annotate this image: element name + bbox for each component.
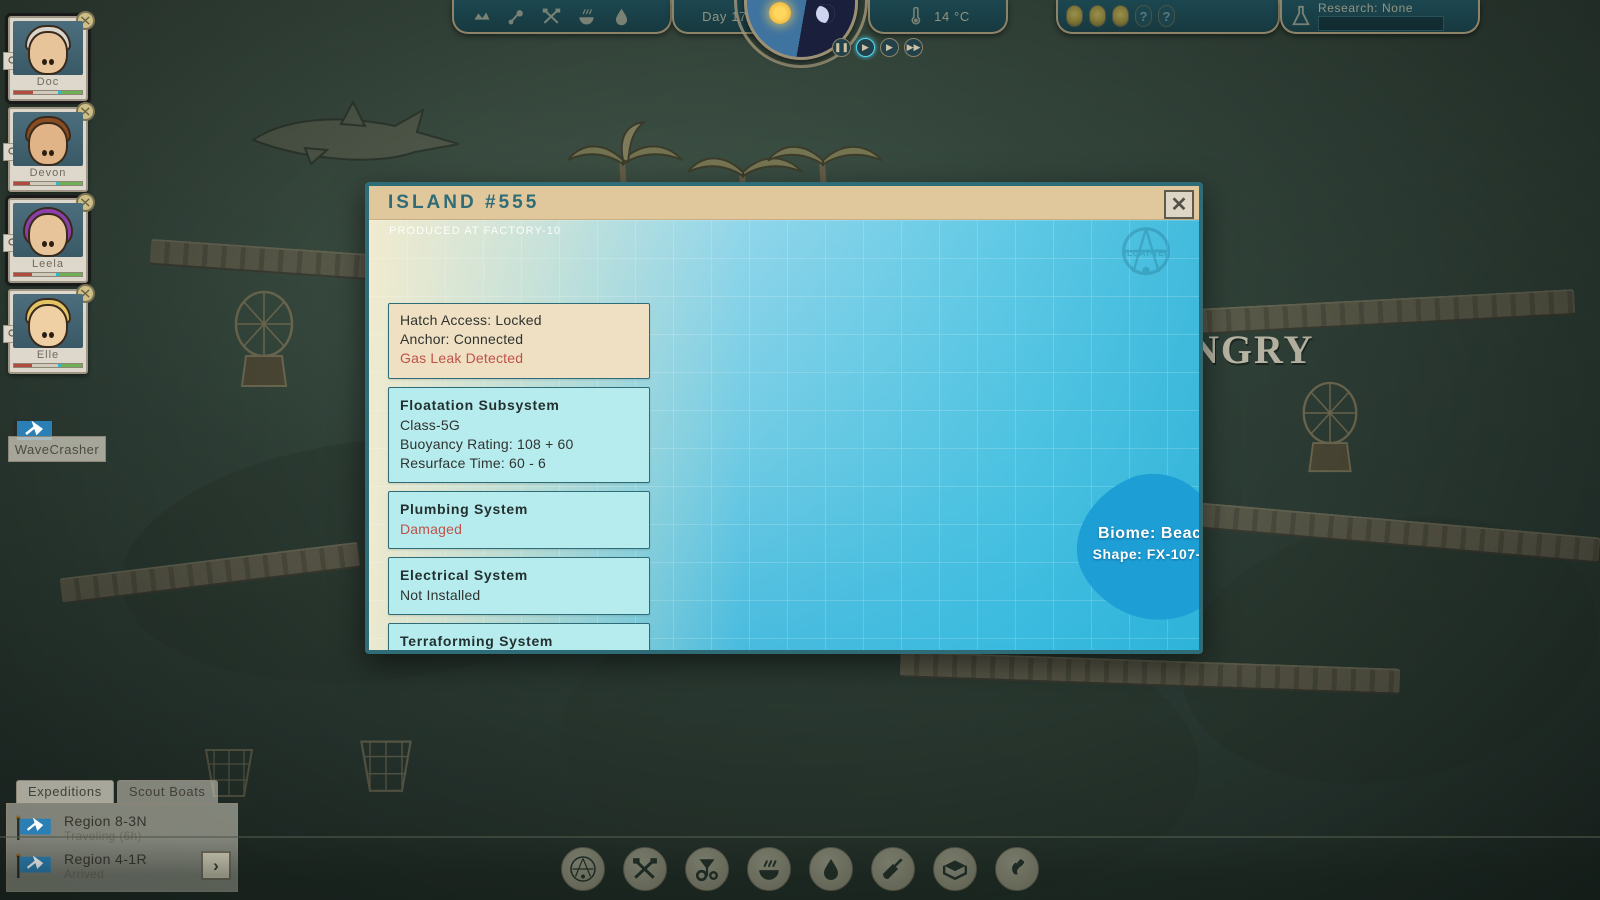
research-pip[interactable] [1089, 5, 1106, 27]
ore-icon [474, 12, 490, 20]
screen: NGRY Day 17 14 °C [0, 0, 1600, 900]
fast-forward-button[interactable]: ▶ [880, 38, 899, 57]
biome-shape: Shape: FX-107-10 [1092, 546, 1201, 562]
dialog-subtitle: PRODUCED AT FACTORY-10 [389, 225, 562, 237]
cooking-icon [759, 860, 779, 880]
toolbar-button-storage[interactable] [933, 847, 977, 891]
toolbar-button-build[interactable] [623, 847, 667, 891]
floattec-icon [570, 856, 596, 882]
day-counter: Day 17 [672, 0, 804, 34]
character-roster: Doc Devon Leela Elle [3, 11, 100, 380]
card-line: Not Installed [400, 587, 481, 604]
character-name: Devon [29, 167, 67, 179]
card-line: Not Supported [400, 652, 638, 654]
card-terraforming-system[interactable]: Terraforming System Not Supported [388, 623, 650, 654]
play-button[interactable]: ▶ [856, 38, 875, 57]
research-pip-locked[interactable]: ? [1158, 5, 1175, 27]
dialog-body: PRODUCED AT FACTORY-10 FLOAT-TEC Hatch A… [369, 220, 1199, 650]
toolbar-button-water[interactable] [809, 847, 853, 891]
biome-name: Biome: Beach [1098, 525, 1203, 542]
character-name: Doc [36, 76, 60, 88]
card-line: Buoyancy Rating: 108 + 60 [400, 435, 574, 452]
floattec-watermark-icon: FLOAT-TEC [1122, 227, 1171, 276]
toolbar-button-research[interactable] [995, 847, 1039, 891]
research-pips-bar: ? ? [1056, 0, 1280, 34]
expeditions-tabs: Expeditions Scout Boats [16, 780, 238, 803]
character-status-bar [13, 363, 83, 368]
skip-button[interactable]: ▶▶ [904, 38, 923, 57]
toolbar-button-floattec[interactable] [561, 847, 605, 891]
temperature-readout: 14 °C [868, 0, 1008, 34]
bottom-toolbar [0, 836, 1600, 900]
card-line: Class-5G [400, 416, 460, 433]
card-heading: Electrical System [400, 567, 528, 584]
toolbar-button-cooking[interactable] [747, 847, 791, 891]
svg-text:FLOAT-TEC: FLOAT-TEC [1122, 248, 1171, 258]
card-status-summary[interactable]: Hatch Access: Locked Anchor: Connected G… [388, 303, 650, 379]
crafting-icon [695, 859, 718, 882]
resource-bar [452, 0, 672, 34]
food-icon [579, 8, 594, 24]
island-detail-dialog: ISLAND #555 ✕ PRODUCED AT FACTORY-10 FLO… [365, 182, 1203, 654]
water-drop-icon [615, 8, 628, 25]
close-button[interactable]: ✕ [1164, 190, 1194, 219]
boat-name-label: WaveCrasher [8, 436, 106, 462]
avatar [13, 112, 83, 166]
card-line: Resurface Time: 60 - 6 [400, 454, 547, 471]
day-label: Day 17 [702, 8, 747, 24]
research-pip-locked[interactable]: ? [1135, 5, 1152, 27]
thermometer-icon [911, 6, 921, 25]
character-card-leela[interactable]: Leela [3, 193, 95, 283]
shovel-icon [883, 858, 903, 879]
toolbar-button-crafting[interactable] [685, 847, 729, 891]
microscope-icon [1012, 859, 1026, 878]
toolbar-button-dig[interactable] [871, 847, 915, 891]
tools-icon [542, 8, 561, 24]
character-card-elle[interactable]: Elle [3, 284, 95, 374]
status-line: Hatch Access: Locked [400, 312, 542, 328]
card-floatation-subsystem[interactable]: Floatation Subsystem Class-5G Buoyancy R… [388, 386, 650, 484]
character-card-doc[interactable]: Doc [3, 11, 95, 101]
subsystem-card-list: Hatch Access: Locked Anchor: Connected G… [388, 303, 650, 654]
avatar [13, 203, 83, 257]
character-status-bar [13, 272, 83, 277]
character-card-devon[interactable]: Devon [3, 102, 95, 192]
biome-info: Biome: Beach Shape: FX-107-10 [1073, 525, 1203, 562]
storage-icon [942, 860, 968, 881]
water-icon [824, 859, 838, 880]
speed-controls: ❚❚ ▶ ▶ ▶▶ [832, 38, 923, 57]
tab-expeditions[interactable]: Expeditions [16, 780, 114, 803]
pause-button[interactable]: ❚❚ [832, 38, 851, 57]
status-line: Anchor: Connected [400, 331, 524, 348]
tab-scout-boats[interactable]: Scout Boats [116, 780, 218, 803]
character-name: Elle [36, 349, 60, 361]
expedition-region: Region 8-3N [64, 813, 147, 829]
calendar-icon [756, 8, 773, 24]
avatar [13, 294, 83, 348]
card-electrical-system[interactable]: Electrical System Not Installed [388, 557, 650, 616]
research-pip[interactable] [1066, 5, 1083, 27]
temperature-label: 14 °C [934, 8, 970, 24]
dialog-title-bar: ISLAND #555 [369, 186, 1199, 220]
metal-icon [508, 9, 523, 24]
character-status-bar [13, 90, 83, 95]
hammers-icon [633, 858, 657, 879]
card-plumbing-system[interactable]: Plumbing System Damaged [388, 491, 650, 550]
page-title: ISLAND #555 [388, 191, 540, 213]
research-pip[interactable] [1112, 5, 1129, 27]
character-status-bar [13, 181, 83, 186]
avatar [13, 21, 83, 75]
status-line-alert: Gas Leak Detected [400, 350, 524, 367]
card-heading: Terraforming System [400, 633, 554, 650]
character-name: Leela [32, 258, 64, 270]
card-heading: Plumbing System [400, 501, 528, 518]
card-line-alert: Damaged [400, 521, 463, 538]
card-heading: Floatation Subsystem [400, 396, 560, 413]
